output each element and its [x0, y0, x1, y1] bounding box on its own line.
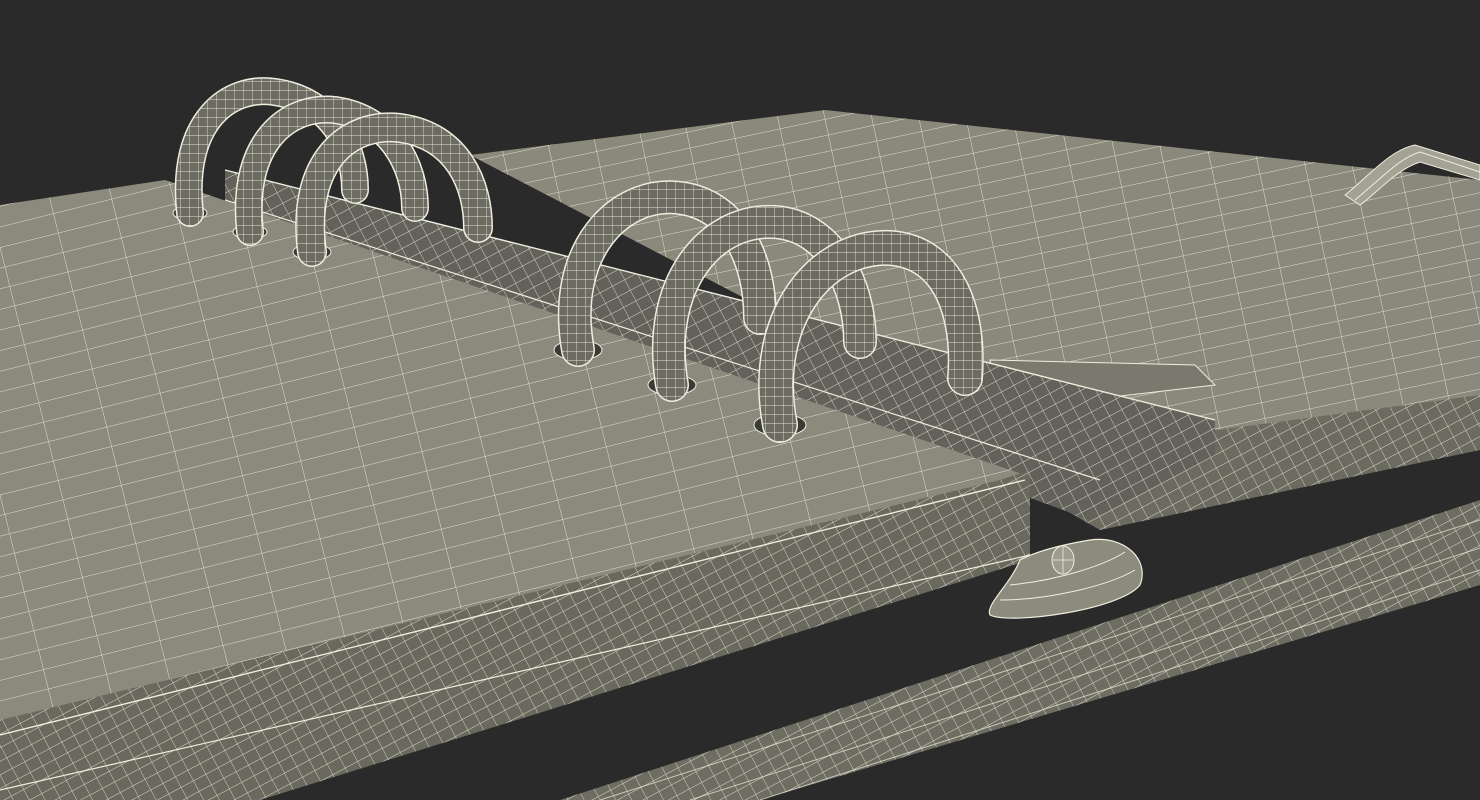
wireframe-render — [0, 0, 1480, 800]
binder-3d-wireframe — [0, 0, 1480, 800]
